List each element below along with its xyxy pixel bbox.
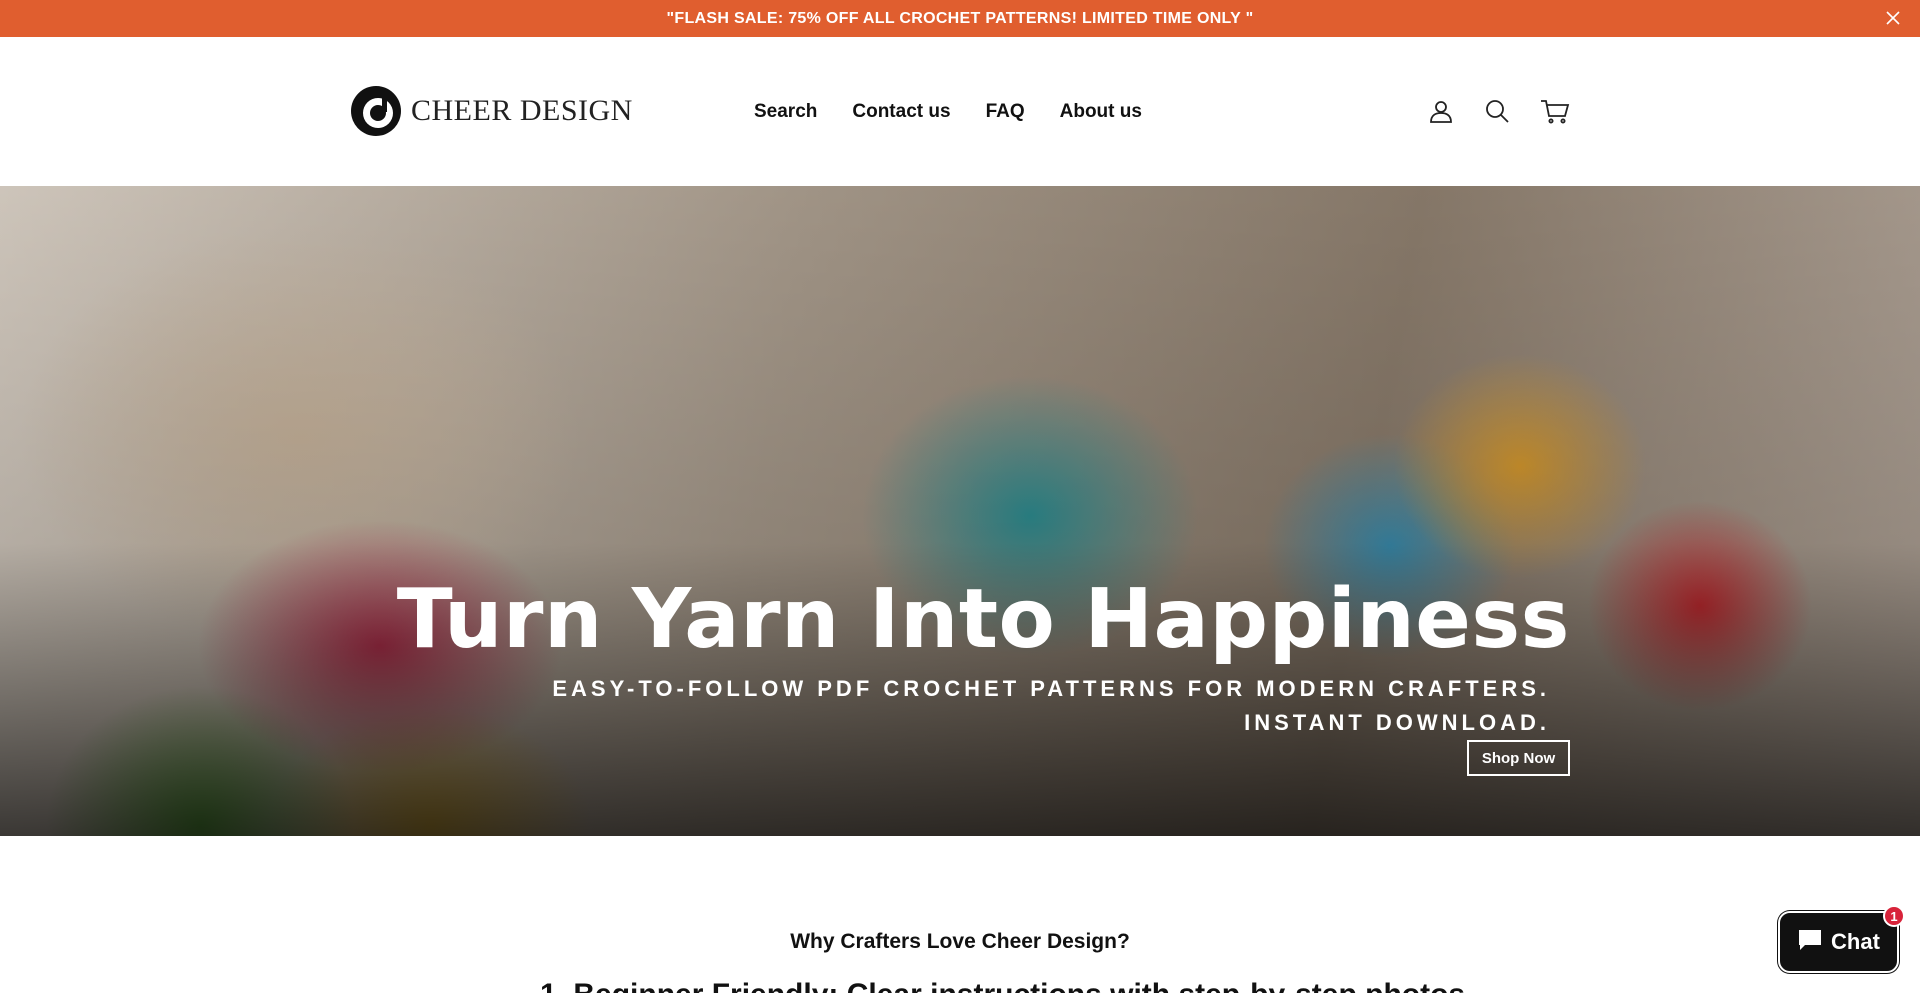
main-nav: Search Contact us FAQ About us: [754, 97, 1142, 127]
announcement-bar: "FLASH SALE: 75% OFF ALL CROCHET PATTERN…: [0, 0, 1920, 37]
close-icon[interactable]: [1882, 7, 1904, 29]
chat-button[interactable]: Chat 1: [1778, 905, 1905, 973]
chat-bubble-icon: [1797, 928, 1823, 957]
feature-item: 1. Beginner Friendly: Clear instructions…: [540, 978, 1465, 993]
account-icon[interactable]: [1428, 98, 1454, 124]
chat-badge: 1: [1883, 905, 1905, 927]
logo-mark-icon: [351, 86, 401, 136]
nav-contact-us[interactable]: Contact us: [852, 101, 950, 123]
announcement-text: "FLASH SALE: 75% OFF ALL CROCHET PATTERN…: [666, 9, 1254, 27]
site-header: CHEER DESIGN Search Contact us FAQ About…: [0, 37, 1920, 186]
header-icons: [1428, 95, 1570, 127]
nav-about-us[interactable]: About us: [1060, 101, 1142, 123]
shop-now-button[interactable]: Shop Now: [1467, 740, 1570, 776]
nav-search[interactable]: Search: [754, 101, 817, 123]
hero-banner: Turn Yarn Into Happiness EASY-TO-FOLLOW …: [0, 186, 1920, 836]
hero-subtitle: EASY-TO-FOLLOW PDF CROCHET PATTERNS FOR …: [552, 676, 1550, 735]
chat-label: Chat: [1831, 929, 1880, 954]
logo-text: CHEER DESIGN: [411, 94, 633, 127]
section-heading: Why Crafters Love Cheer Design?: [790, 930, 1130, 953]
cart-icon[interactable]: [1540, 98, 1570, 124]
search-icon[interactable]: [1484, 98, 1510, 124]
hero-title: Turn Yarn Into Happiness: [396, 572, 1570, 667]
nav-faq[interactable]: FAQ: [986, 101, 1025, 123]
logo[interactable]: CHEER DESIGN: [349, 83, 633, 139]
